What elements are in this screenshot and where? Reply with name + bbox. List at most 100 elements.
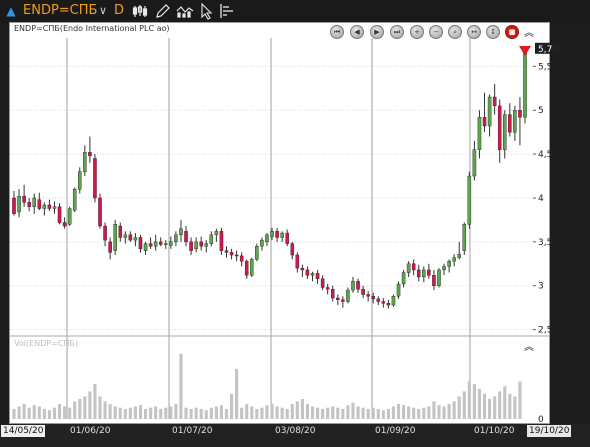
candle-body xyxy=(432,275,436,286)
collapse-icon[interactable]: ︽ xyxy=(524,24,534,39)
candle-body xyxy=(487,96,492,127)
candle-body xyxy=(467,175,472,225)
x-axis-start-label: 14/05/20 xyxy=(1,425,46,437)
candle-body xyxy=(128,234,133,241)
volume-bar xyxy=(250,406,254,419)
volume-bar xyxy=(143,408,148,419)
candle-body xyxy=(143,243,148,251)
volume-bar xyxy=(118,407,122,419)
volume-bar xyxy=(169,406,173,419)
scroll-end-icon[interactable]: ⏭ xyxy=(390,25,404,39)
candle-body xyxy=(93,158,97,199)
volume-bar xyxy=(270,403,274,419)
candle-body xyxy=(396,283,401,297)
volume-bar xyxy=(300,398,304,419)
candle-body xyxy=(229,252,234,256)
volume-bar xyxy=(371,407,375,419)
scroll-left-icon[interactable]: ◀ xyxy=(350,25,364,39)
volume-bar xyxy=(442,406,446,419)
zoom-vertical-icon[interactable]: ↕ xyxy=(486,25,500,39)
volume-bar xyxy=(290,403,294,419)
volume-bar xyxy=(260,407,264,419)
volume-bar xyxy=(204,410,208,419)
volume-bar xyxy=(472,383,476,419)
volume-bar xyxy=(356,406,360,419)
candle-body xyxy=(422,269,426,278)
volume-bar xyxy=(154,406,158,419)
zoom-out-icon[interactable]: − xyxy=(429,25,443,39)
volume-bar xyxy=(149,407,153,419)
candle-body xyxy=(523,48,527,118)
candle-body xyxy=(189,241,193,251)
candle-body xyxy=(239,255,244,262)
candle-body xyxy=(199,241,203,247)
volume-bar xyxy=(295,401,299,419)
volume-bar xyxy=(488,398,492,419)
volume-bar xyxy=(386,408,390,419)
volume-bar xyxy=(326,407,330,419)
volume-bar xyxy=(68,407,72,419)
volume-bar xyxy=(32,405,36,419)
stop-icon[interactable]: ■ xyxy=(505,25,519,39)
candle-body xyxy=(62,222,67,227)
candle-body xyxy=(32,197,37,207)
candle-body xyxy=(411,263,416,271)
volume-bar xyxy=(285,408,289,419)
volume-bar xyxy=(209,407,213,419)
candle-body xyxy=(310,273,315,276)
candle-body xyxy=(336,297,340,300)
chart-canvas[interactable]: 2,533,544,555,505,7 xyxy=(0,0,590,447)
volume-bar xyxy=(235,368,239,419)
candle-body xyxy=(250,259,254,276)
y-tick-label: 3,5 xyxy=(538,238,552,248)
volume-bar xyxy=(407,406,411,419)
volume-bar xyxy=(305,403,310,419)
volume-bar xyxy=(63,406,67,419)
candle-body xyxy=(492,96,497,107)
volume-bar xyxy=(402,405,406,419)
volume-bar xyxy=(73,401,77,419)
volume-bar xyxy=(503,386,507,419)
volume-bar xyxy=(467,381,471,419)
candle-body xyxy=(169,241,173,246)
candle-body xyxy=(244,260,249,276)
candle-body xyxy=(346,289,350,302)
candle-body xyxy=(518,110,522,118)
candle-body xyxy=(265,234,269,243)
volume-bar xyxy=(123,408,127,419)
volume-bar xyxy=(396,403,401,419)
volume-bar xyxy=(88,391,92,419)
scroll-right-icon[interactable]: ▶ xyxy=(370,25,384,39)
volume-bar xyxy=(27,407,31,419)
volume-bar xyxy=(240,407,244,419)
zoom-fit-icon[interactable]: ⌕ xyxy=(448,25,462,39)
volume-panel-title: Vol(ENDP=СПБ) xyxy=(14,339,79,348)
y-tick-label: 4,5 xyxy=(538,150,552,160)
collapse-icon[interactable]: ︽ xyxy=(524,338,534,353)
candle-body xyxy=(371,296,375,300)
candle-body xyxy=(184,231,188,243)
candle-body xyxy=(255,246,259,260)
candle-body xyxy=(22,196,26,203)
volume-bar xyxy=(381,410,385,419)
candle-body xyxy=(83,152,87,172)
candle-body xyxy=(17,196,21,213)
candle-body xyxy=(305,269,310,276)
zoom-in-icon[interactable]: + xyxy=(410,25,424,39)
volume-bar xyxy=(336,407,340,419)
volume-bar xyxy=(321,408,325,419)
volume-bar xyxy=(189,408,193,419)
volume-bar xyxy=(159,408,163,419)
zoom-horizontal-icon[interactable]: ↔ xyxy=(467,25,481,39)
volume-bar xyxy=(331,406,335,419)
candle-body xyxy=(78,171,82,190)
candle-body xyxy=(452,257,456,262)
candle-body xyxy=(158,241,163,245)
candle-body xyxy=(356,281,360,290)
volume-bar xyxy=(108,403,112,419)
volume-bar xyxy=(199,408,203,419)
volume-bar xyxy=(341,408,345,419)
scroll-start-icon[interactable]: ⏮ xyxy=(330,25,344,39)
volume-bar xyxy=(412,407,416,419)
candle-body xyxy=(477,117,482,150)
